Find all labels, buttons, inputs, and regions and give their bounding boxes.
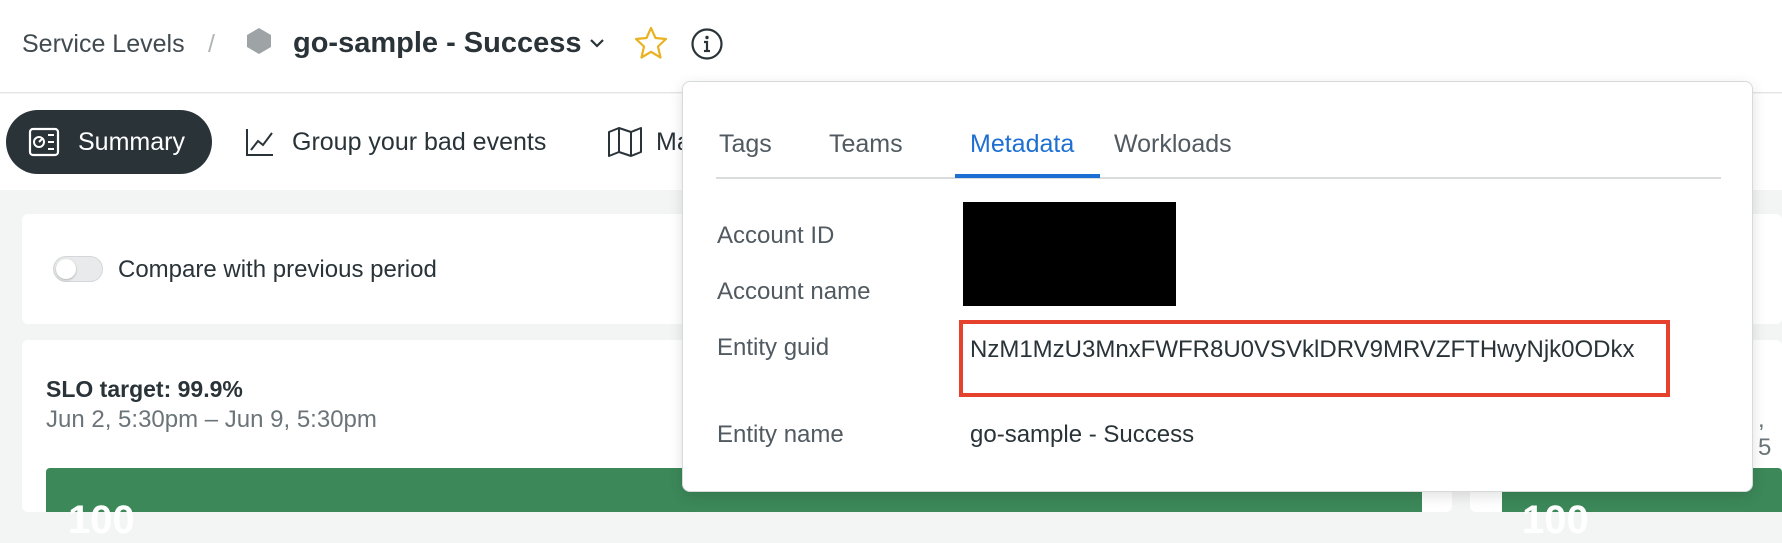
entity-name-label: Entity name [717,421,844,448]
tab-tags[interactable]: Tags [719,130,772,159]
entity-guid-label: Entity guid [717,334,830,361]
line-chart-icon [246,129,273,156]
breadcrumb-service-levels[interactable]: Service Levels [22,30,185,59]
slo-date-range-secondary: , 5 [1758,406,1772,461]
tab-metadata[interactable]: Metadata [970,130,1074,159]
star-icon[interactable] [634,26,668,60]
tab-summary[interactable]: Summary [6,110,212,174]
dashboard-icon [28,127,60,157]
slo-date-range: Jun 2, 5:30pm – Jun 9, 5:30pm [46,406,377,433]
compliance-value: 100 [68,498,135,542]
popover-tabs: Tags Teams Metadata Workloads [716,130,1721,179]
entity-info-popover: Tags Teams Metadata Workloads Account ID… [682,81,1753,492]
compare-toggle[interactable] [53,256,103,282]
account-name-label: Account name [717,278,871,305]
entity-name-value[interactable]: go-sample - Success [970,421,1194,449]
info-icon[interactable] [690,27,724,61]
entity-guid-value[interactable]: NzM1MzU3MnxFWFR8U0VSVklDRV9MRVZFTHwyNjk0… [970,334,1660,365]
tab-workloads[interactable]: Workloads [1114,130,1232,159]
map-icon [608,127,642,157]
compare-toggle-label: Compare with previous period [118,256,437,283]
compliance-value-secondary: 100 [1522,498,1589,542]
tab-summary-label: Summary [78,128,185,156]
toggle-knob [56,259,76,279]
redacted-account-block [963,202,1176,306]
chevron-down-icon[interactable] [588,36,606,50]
slo-target: SLO target: 99.9% [46,376,243,402]
hexagon-entity-icon [247,28,271,54]
tab-group-bad-events-label: Group your bad events [292,128,547,156]
page-title: go-sample - Success [293,27,582,59]
breadcrumb-separator: / [208,30,215,58]
active-tab-indicator [955,174,1100,178]
tab-teams[interactable]: Teams [829,130,903,159]
account-id-label: Account ID [717,222,835,249]
